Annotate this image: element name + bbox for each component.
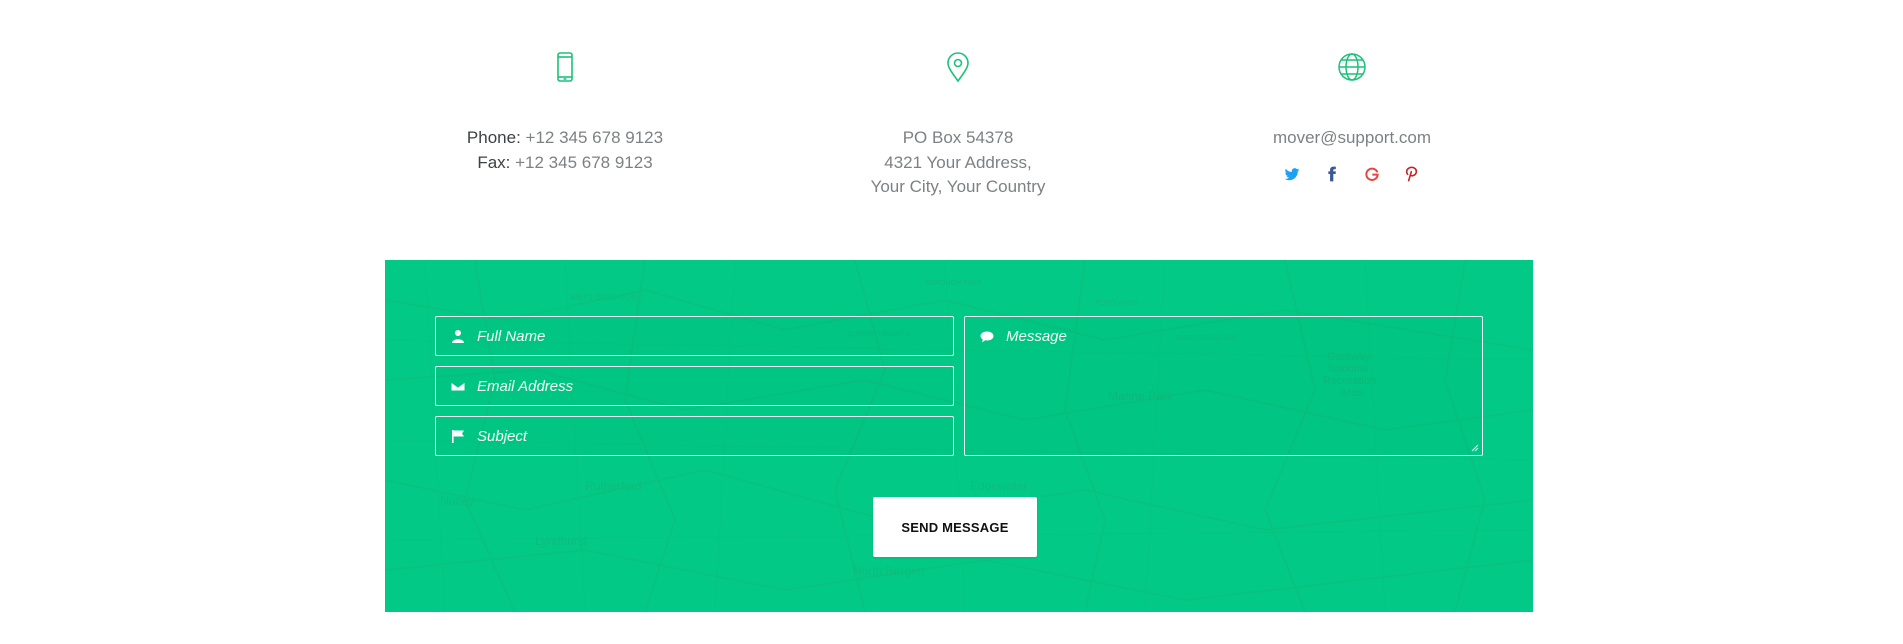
email-input[interactable] bbox=[477, 367, 953, 405]
user-icon bbox=[449, 327, 467, 345]
message-field[interactable] bbox=[964, 316, 1483, 462]
svg-text:Rutherford: Rutherford bbox=[585, 479, 642, 493]
envelope-icon bbox=[449, 377, 467, 395]
contact-form-section: WEST BRIGHTON Rutherford Edgewater North… bbox=[385, 260, 1533, 612]
google-icon[interactable] bbox=[1363, 165, 1381, 183]
phone-line: Phone: +12 345 678 9123 bbox=[415, 126, 715, 151]
mobile-phone-icon bbox=[415, 50, 715, 84]
phone-info: Phone: +12 345 678 9123 Fax: +12 345 678… bbox=[415, 50, 715, 175]
email-field[interactable] bbox=[435, 366, 954, 406]
social-links bbox=[1202, 165, 1502, 183]
svg-text:PORTLANDS: PORTLANDS bbox=[1095, 300, 1138, 307]
pinterest-icon[interactable] bbox=[1403, 165, 1421, 183]
address-line-3: Your City, Your Country bbox=[870, 177, 1046, 196]
send-message-button[interactable]: SEND MESSAGE bbox=[873, 497, 1037, 557]
address-line-1: PO Box 54378 bbox=[902, 128, 1014, 147]
twitter-icon[interactable] bbox=[1283, 165, 1301, 183]
phone-number[interactable]: +12 345 678 9123 bbox=[526, 128, 664, 147]
svg-text:Edgewater: Edgewater bbox=[970, 479, 1027, 493]
svg-text:North Bergen: North Bergen bbox=[853, 564, 924, 578]
full-name-input[interactable] bbox=[477, 317, 953, 355]
address-info: PO Box 54378 4321 Your Address, Your Cit… bbox=[808, 50, 1108, 200]
speech-bubble-icon bbox=[978, 328, 996, 346]
svg-text:BOROUGH PARK: BOROUGH PARK bbox=[925, 280, 982, 287]
flag-icon bbox=[449, 427, 467, 445]
fax-number: +12 345 678 9123 bbox=[515, 152, 653, 172]
phone-label: Phone: bbox=[466, 128, 521, 147]
facebook-icon[interactable] bbox=[1323, 165, 1341, 183]
email-info: mover@support.com bbox=[1202, 50, 1502, 183]
address-line-2: 4321 Your Address, bbox=[884, 152, 1032, 172]
svg-text:Lyndhurst: Lyndhurst bbox=[535, 534, 588, 548]
globe-icon bbox=[1202, 50, 1502, 84]
email-link[interactable]: mover@support.com bbox=[1202, 126, 1502, 151]
subject-field[interactable] bbox=[435, 416, 954, 456]
fax-line: Fax: +12 345 678 9123 bbox=[415, 151, 715, 176]
resize-handle-icon[interactable] bbox=[1471, 444, 1479, 452]
fax-label: Fax: bbox=[477, 152, 511, 172]
subject-input[interactable] bbox=[477, 417, 953, 455]
map-pin-icon bbox=[808, 50, 1108, 84]
svg-text:Nutley: Nutley bbox=[440, 494, 474, 508]
full-name-field[interactable] bbox=[435, 316, 954, 356]
svg-text:WEST BRIGHTON: WEST BRIGHTON bbox=[570, 293, 637, 302]
message-input[interactable] bbox=[1006, 317, 1482, 462]
